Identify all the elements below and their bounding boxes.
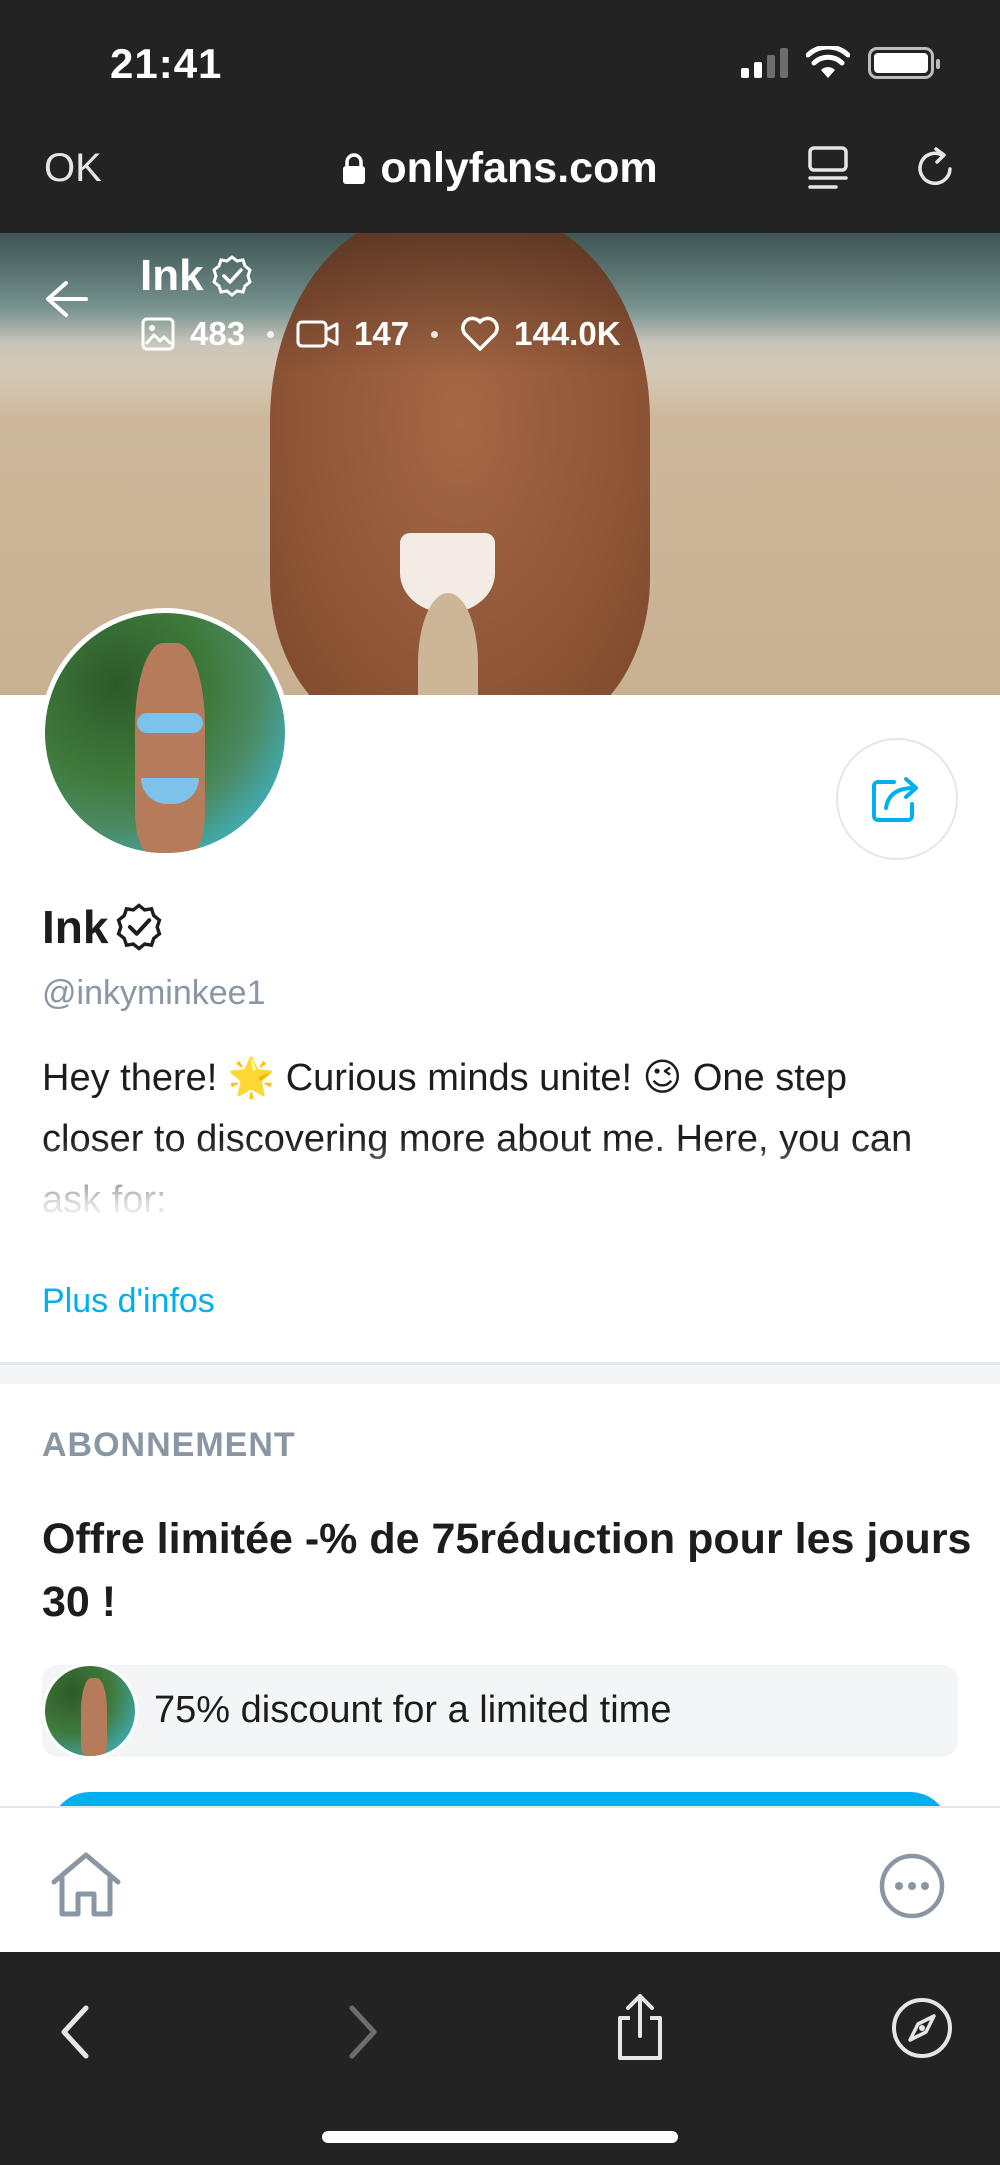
address-bar[interactable]: onlyfans.com (0, 144, 1000, 193)
browser-back-icon[interactable] (56, 2002, 96, 2062)
wifi-icon (806, 46, 850, 78)
verified-badge-icon (117, 903, 162, 951)
promo-message: 75% discount for a limited time (42, 1663, 958, 1759)
photo-count: 483 (190, 315, 246, 352)
status-icons (741, 46, 940, 80)
back-arrow-icon[interactable] (44, 279, 88, 319)
video-icon (296, 320, 339, 348)
home-indicator[interactable] (322, 2131, 678, 2143)
subscription-label: ABONNEMENT (42, 1426, 296, 1464)
verified-badge-icon (211, 255, 252, 297)
browser-top-bar: 21:41 OK onlyfans.com (0, 0, 1000, 233)
browser-share-icon[interactable] (612, 1992, 668, 2064)
likes-count: 144.0K (514, 315, 621, 352)
battery-icon (868, 47, 940, 79)
status-time: 21:41 (110, 40, 223, 87)
home-icon[interactable] (48, 1850, 124, 1920)
section-divider (0, 1362, 1000, 1384)
more-options-icon[interactable] (878, 1852, 946, 1920)
offer-title: Offre limitée -% de 75réduction pour les… (42, 1515, 972, 1626)
video-count: 147 (354, 315, 410, 352)
share-icon (872, 777, 918, 822)
profile-avatar[interactable] (40, 608, 290, 858)
cellular-signal-icon (741, 48, 788, 78)
app-bottom-nav (0, 1806, 1000, 1952)
reader-icon[interactable] (806, 145, 850, 191)
share-profile-button[interactable] (836, 738, 958, 860)
cover-stats: 483 147 144.0K (140, 315, 621, 353)
url-text: onlyfans.com (380, 144, 658, 192)
more-info-link[interactable]: Plus d'infos (42, 1282, 215, 1321)
cover-profile-name: Ink (140, 251, 254, 301)
browser-forward-icon[interactable] (342, 2002, 382, 2062)
photo-icon (141, 317, 175, 351)
heart-icon (461, 316, 499, 351)
lock-icon (343, 152, 366, 184)
profile-handle: @inkyminkee1 (42, 974, 266, 1012)
compass-icon[interactable] (890, 1996, 954, 2060)
reload-icon[interactable] (912, 145, 958, 191)
promo-avatar (42, 1663, 138, 1759)
promo-text: 75% discount for a limited time (154, 1689, 672, 1731)
profile-name: Ink (42, 900, 164, 954)
